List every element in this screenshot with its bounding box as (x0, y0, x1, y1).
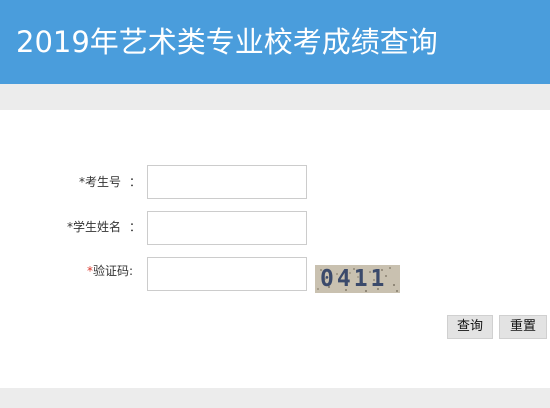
page-header: 2019年艺术类专业校考成绩查询 (0, 0, 550, 84)
page: 2019年艺术类专业校考成绩查询 *考生号： *学生姓名： *验证码: 0411… (0, 0, 550, 408)
captcha-image[interactable]: 0411 (315, 265, 400, 293)
captcha-label: 验证码: (93, 264, 134, 278)
reset-button[interactable]: 重置 (499, 315, 547, 339)
query-button[interactable]: 查询 (447, 315, 493, 339)
student-name-label: 学生姓名 (73, 220, 122, 234)
exam-number-colon: ： (129, 175, 142, 189)
bottom-divider-band (0, 388, 550, 408)
captcha-code: 0411 (320, 266, 388, 292)
student-name-input[interactable] (147, 211, 307, 245)
student-name-colon: ： (129, 220, 142, 234)
top-divider-band (0, 84, 550, 110)
exam-number-label: 考生号 (85, 175, 122, 189)
page-title: 2019年艺术类专业校考成绩查询 (16, 25, 438, 59)
captcha-input[interactable] (147, 257, 307, 291)
student-name-label-group: *学生姓名： (67, 219, 141, 235)
exam-number-label-group: *考生号： (79, 174, 141, 190)
exam-number-input[interactable] (147, 165, 307, 199)
captcha-label-group: *验证码: (87, 263, 133, 279)
